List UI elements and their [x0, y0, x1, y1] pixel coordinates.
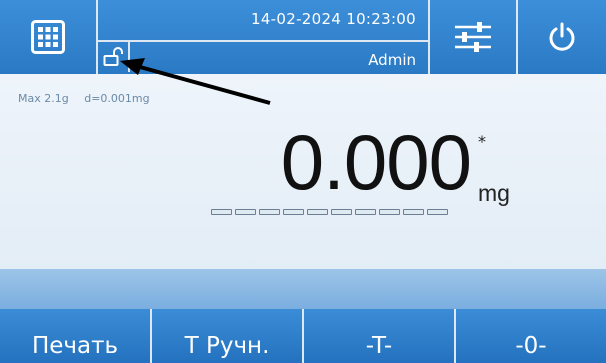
unlocked-padlock-icon	[103, 47, 123, 66]
capacity-segment	[331, 209, 352, 215]
weighing-display: Max 2.1g d=0.001mg 0.000 * mg	[0, 74, 606, 269]
manual-tare-button[interactable]: Т Ручн.	[152, 309, 302, 363]
capacity-segment	[379, 209, 400, 215]
print-button[interactable]: Печать	[0, 309, 150, 363]
top-bar: 14-02-2024 10:23:00 Admin	[0, 0, 606, 74]
status-divider	[98, 40, 428, 42]
weight-reading: 0.000	[280, 118, 472, 206]
softkey-bar: Печать Т Ручн. -T- -0-	[0, 309, 606, 363]
capacity-segment	[235, 209, 256, 215]
capacity-segment	[427, 209, 448, 215]
datetime-display: 14-02-2024 10:23:00	[250, 10, 416, 28]
menu-button[interactable]	[0, 0, 96, 74]
power-button[interactable]	[518, 0, 606, 74]
stability-marker: *	[478, 132, 486, 151]
capacity-segment	[259, 209, 280, 215]
capacity-segment	[211, 209, 232, 215]
sliders-icon	[455, 22, 491, 52]
capacity-segment	[403, 209, 424, 215]
tare-button[interactable]: -T-	[304, 309, 454, 363]
settings-button[interactable]	[430, 0, 516, 74]
capacity-segment	[283, 209, 304, 215]
weight-unit: mg	[478, 180, 510, 206]
zero-button[interactable]: -0-	[456, 309, 606, 363]
info-band	[0, 269, 606, 309]
status-panel: 14-02-2024 10:23:00 Admin	[96, 0, 430, 74]
power-icon	[549, 22, 575, 51]
grid-menu-icon	[31, 20, 65, 54]
lock-status[interactable]	[98, 42, 130, 72]
user-label: Admin	[368, 51, 416, 69]
capacity-segment	[307, 209, 328, 215]
capacity-segment	[355, 209, 376, 215]
readability: d=0.001mg	[84, 92, 150, 105]
capacity-bar	[211, 209, 448, 215]
balance-specs: Max 2.1g d=0.001mg	[18, 92, 162, 105]
max-capacity: Max 2.1g	[18, 92, 69, 105]
